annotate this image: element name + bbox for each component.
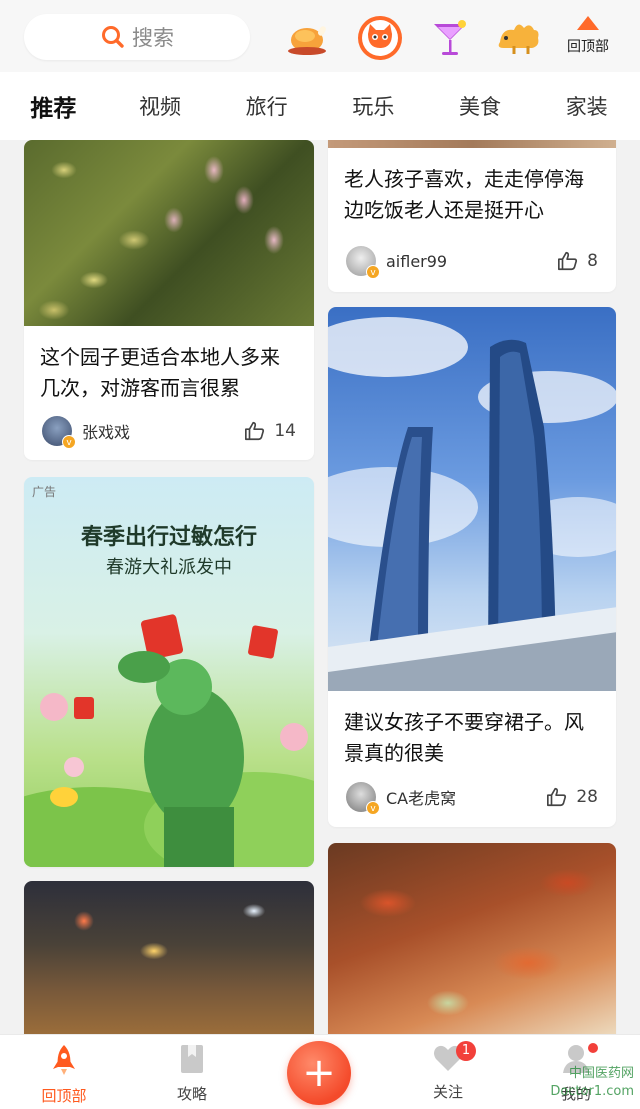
post-image-seafood bbox=[328, 843, 616, 1034]
search-label: 搜索 bbox=[132, 26, 174, 50]
avatar[interactable]: v bbox=[346, 246, 380, 279]
post-title: 建议女孩子不要穿裙子。风景真的很美 bbox=[344, 710, 584, 765]
back-to-top-label: 回顶部 bbox=[567, 39, 609, 55]
nav-label: 攻略 bbox=[176, 1085, 207, 1103]
search-icon bbox=[102, 26, 124, 48]
avatar[interactable]: v bbox=[346, 782, 380, 815]
back-to-top-button[interactable]: 回顶部 bbox=[556, 16, 620, 60]
nav-guide[interactable]: 攻略 bbox=[152, 1043, 232, 1104]
tab-travel[interactable]: 旅行 bbox=[213, 91, 320, 121]
thumbs-up-icon bbox=[547, 787, 567, 807]
verified-badge-icon: v bbox=[366, 265, 380, 279]
tab-food[interactable]: 美食 bbox=[427, 91, 534, 121]
arrow-up-icon bbox=[577, 16, 599, 30]
create-post-button[interactable]: + bbox=[287, 1041, 351, 1105]
post-card[interactable]: 这个园子更适合本地人多来几次，对游客而言很累 v 张戏戏 14 bbox=[24, 140, 314, 460]
post-meta: v aifler99 8 bbox=[346, 246, 598, 279]
post-card[interactable]: 老人孩子喜欢，走走停停海边吃饭老人还是挺开心 v aifler99 8 bbox=[328, 140, 616, 292]
ad-subtitle: 春游大礼派发中 bbox=[106, 557, 232, 578]
like-count: 8 bbox=[587, 251, 598, 271]
post-image-twin-towers bbox=[328, 307, 616, 691]
like-button[interactable]: 28 bbox=[546, 786, 598, 808]
author-name[interactable]: 张戏戏 bbox=[82, 419, 244, 443]
verified-badge-icon: v bbox=[366, 801, 380, 815]
watermark: 中国医药网 Doctor1.com bbox=[550, 1065, 634, 1101]
post-card[interactable]: 建议女孩子不要穿裙子。风景真的很美 v CA老虎窝 28 bbox=[328, 307, 616, 827]
post-card[interactable] bbox=[328, 843, 616, 1034]
like-button[interactable]: 14 bbox=[244, 420, 296, 442]
like-count: 14 bbox=[274, 421, 296, 441]
nav-label: 关注 bbox=[432, 1083, 463, 1101]
thumbs-up-icon bbox=[245, 421, 265, 441]
post-title: 这个园子更适合本地人多来几次，对游客而言很累 bbox=[40, 345, 280, 400]
post-image-plants bbox=[24, 140, 314, 326]
post-image-beach bbox=[328, 140, 616, 148]
post-card[interactable] bbox=[24, 881, 314, 1034]
ad-illustration bbox=[24, 614, 314, 867]
post-image-night-market bbox=[24, 881, 314, 1034]
nav-label: 回顶部 bbox=[41, 1087, 87, 1105]
category-tabs: 推荐 视频 旅行 玩乐 美食 家装 bbox=[0, 72, 640, 140]
like-count: 28 bbox=[576, 787, 598, 807]
app-root: 搜索 回顶部 推荐 视频 旅行 玩乐 美食 家装 这个园子更适合本地人多来几次，… bbox=[0, 0, 640, 1109]
ad-title: 春季出行过敏怎行 bbox=[80, 525, 257, 550]
avatar[interactable]: v bbox=[42, 416, 76, 449]
ad-tag: 广告 bbox=[32, 485, 57, 499]
post-meta: v 张戏戏 14 bbox=[42, 416, 296, 449]
watermark-line1: 中国医药网 bbox=[568, 1066, 634, 1081]
plus-icon: + bbox=[302, 1050, 336, 1096]
cat-logo-icon[interactable] bbox=[356, 14, 404, 62]
verified-badge-icon: v bbox=[62, 435, 76, 449]
cocktail-icon[interactable] bbox=[426, 14, 474, 62]
ad-card[interactable]: 广告 春季出行过敏怎行 春游大礼派发中 bbox=[24, 477, 314, 867]
feed: 这个园子更适合本地人多来几次，对游客而言很累 v 张戏戏 14 广告 春季出行过… bbox=[0, 140, 640, 1034]
guide-book-icon bbox=[181, 1045, 203, 1073]
author-name[interactable]: CA老虎窝 bbox=[386, 785, 546, 809]
top-bar: 搜索 回顶部 bbox=[0, 0, 640, 72]
post-title: 老人孩子喜欢，走走停停海边吃饭老人还是挺开心 bbox=[344, 167, 584, 222]
bottom-nav: 回顶部 攻略 + 1 关注 我的 bbox=[0, 1034, 640, 1109]
search-bar[interactable]: 搜索 bbox=[24, 14, 250, 60]
rocket-icon bbox=[53, 1045, 75, 1075]
like-button[interactable]: 8 bbox=[557, 250, 598, 272]
nav-follow[interactable]: 1 关注 bbox=[408, 1041, 488, 1102]
thumbs-up-icon bbox=[558, 251, 578, 271]
tab-home-decor[interactable]: 家装 bbox=[533, 91, 640, 121]
roast-chicken-icon[interactable] bbox=[284, 14, 332, 62]
post-meta: v CA老虎窝 28 bbox=[346, 782, 598, 815]
tab-fun[interactable]: 玩乐 bbox=[320, 91, 427, 121]
tab-recommend[interactable]: 推荐 bbox=[0, 89, 107, 123]
notification-badge: 1 bbox=[456, 1041, 476, 1061]
watermark-line2: Doctor1.com bbox=[550, 1084, 634, 1099]
camel-icon[interactable] bbox=[494, 14, 542, 62]
notification-dot bbox=[588, 1043, 598, 1053]
author-name[interactable]: aifler99 bbox=[386, 252, 557, 271]
nav-back-to-top[interactable]: 回顶部 bbox=[24, 1043, 104, 1106]
tab-video[interactable]: 视频 bbox=[107, 91, 214, 121]
